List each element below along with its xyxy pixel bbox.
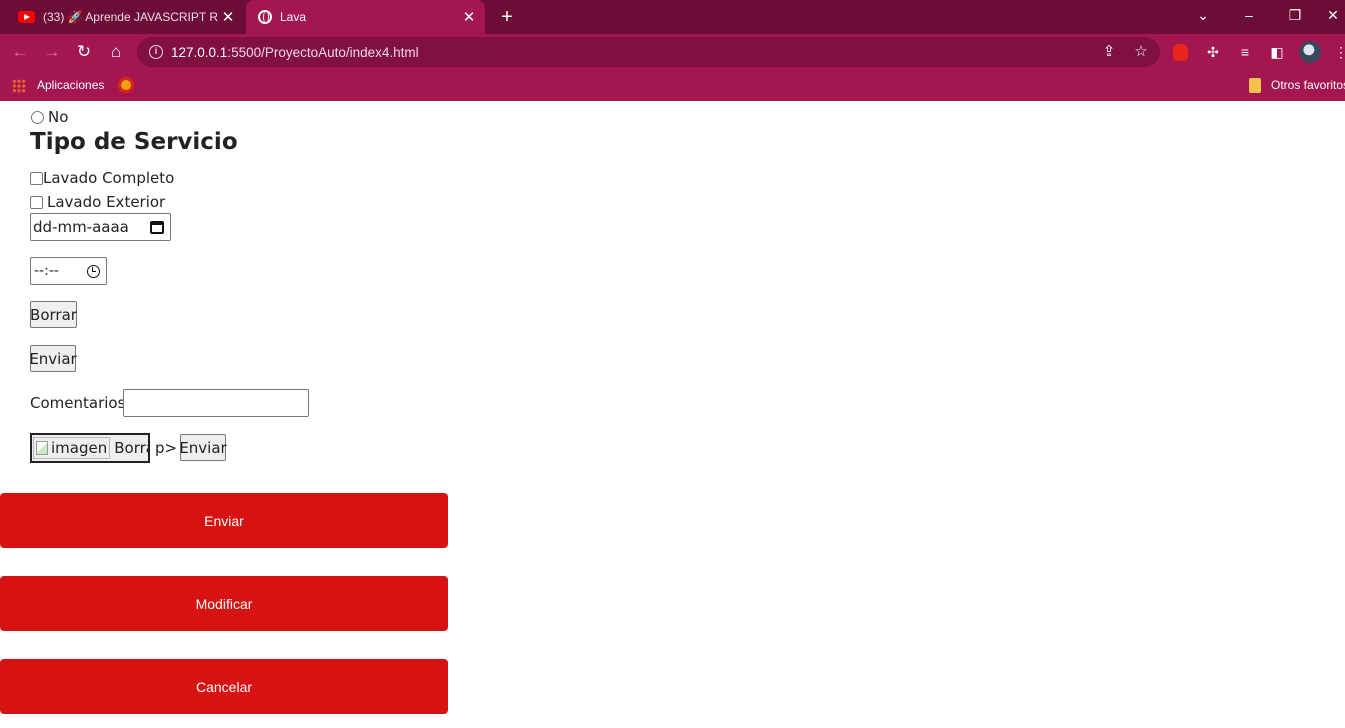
- radio-button[interactable]: [31, 110, 44, 124]
- bookmark-star-icon[interactable]: ☆: [1127, 37, 1155, 67]
- stray-text: p>: [155, 439, 178, 457]
- close-tab-icon[interactable]: ✕: [459, 8, 479, 26]
- share-icon[interactable]: ⇪: [1095, 37, 1123, 67]
- enviar-button[interactable]: Enviar: [0, 493, 448, 548]
- reload-button[interactable]: ↻: [70, 38, 98, 66]
- radio-option-no[interactable]: No: [30, 108, 68, 126]
- checkbox-label: Lavado Exterior: [47, 193, 166, 211]
- close-window-button[interactable]: ✕: [1318, 0, 1345, 30]
- submit-button-secondary[interactable]: Enviar: [179, 434, 227, 461]
- comments-input[interactable]: [123, 389, 309, 417]
- globe-icon: [258, 10, 272, 24]
- youtube-icon: [18, 11, 35, 23]
- minimize-button[interactable]: –: [1226, 0, 1272, 30]
- restore-button[interactable]: ❐: [1272, 0, 1318, 30]
- checkbox-lavado-completo[interactable]: Lavado Completo: [30, 169, 174, 187]
- checkbox[interactable]: [30, 195, 43, 209]
- broken-image-icon: [36, 441, 48, 455]
- menu-kebab-icon[interactable]: ⋮: [1331, 42, 1345, 62]
- close-tab-icon[interactable]: ✕: [218, 8, 238, 26]
- bookmark-site-icon[interactable]: [118, 77, 134, 93]
- calendar-icon[interactable]: [150, 220, 164, 234]
- time-value: --:--: [34, 263, 59, 279]
- media-control-icon[interactable]: ≡: [1235, 42, 1255, 62]
- radio-label: No: [48, 108, 69, 126]
- extensions-puzzle-icon[interactable]: ✣: [1203, 42, 1223, 62]
- checkbox-label: Lavado Completo: [43, 169, 175, 187]
- profile-avatar[interactable]: [1299, 41, 1321, 63]
- date-value: dd-mm-aaaa: [33, 218, 129, 236]
- reset-button[interactable]: Borrar: [30, 301, 77, 328]
- tab-search-icon[interactable]: ⌄: [1180, 0, 1226, 30]
- checkbox[interactable]: [30, 171, 43, 185]
- image-button-label: Borrar: [114, 439, 148, 457]
- page-content: No Tipo de Servicio Lavado Completo Lava…: [0, 102, 1345, 728]
- adblock-extension-icon[interactable]: [1173, 44, 1188, 61]
- clock-icon[interactable]: [87, 264, 100, 278]
- modificar-button[interactable]: Modificar: [0, 576, 448, 631]
- section-title: Tipo de Servicio: [30, 129, 238, 155]
- home-button[interactable]: ⌂: [102, 38, 130, 66]
- bookmark-apps[interactable]: Aplicaciones: [37, 78, 104, 92]
- image-reset-button[interactable]: imagen Borrar: [30, 433, 150, 463]
- tab-lava[interactable]: Lava ✕: [246, 0, 485, 34]
- bookmark-other-favorites[interactable]: Otros favoritos: [1271, 78, 1345, 92]
- tab-strip: (33) 🚀 Aprende JAVASCRIPT RÁ ✕ Lava ✕ + …: [0, 0, 1345, 34]
- site-info-icon[interactable]: i: [149, 45, 163, 59]
- checkbox-lavado-exterior[interactable]: Lavado Exterior: [30, 193, 165, 211]
- forward-button[interactable]: →: [38, 38, 66, 66]
- address-bar[interactable]: i 127.0.0.1:5500/ProyectoAuto/index4.htm…: [137, 37, 1160, 67]
- apps-grid-icon[interactable]: [12, 79, 26, 93]
- submit-button[interactable]: Enviar: [29, 345, 77, 372]
- tab-title: (33) 🚀 Aprende JAVASCRIPT RÁ: [43, 10, 218, 24]
- back-button[interactable]: ←: [6, 38, 34, 66]
- time-input[interactable]: --:--: [30, 257, 107, 285]
- image-alt-text: imagen: [51, 439, 108, 457]
- broken-image: imagen: [33, 437, 111, 459]
- bookmarks-bar: Aplicaciones Otros favoritos: [0, 70, 1345, 101]
- folder-icon: [1249, 78, 1261, 93]
- date-input[interactable]: dd-mm-aaaa: [30, 213, 171, 241]
- new-tab-button[interactable]: +: [494, 4, 520, 30]
- cancelar-button[interactable]: Cancelar: [0, 659, 448, 714]
- comments-label: Comentarios: [30, 394, 126, 412]
- url-path: :5500/ProyectoAuto/index4.html: [227, 44, 419, 60]
- tab-title: Lava: [280, 10, 307, 24]
- browser-toolbar: ← → ↻ ⌂ i 127.0.0.1:5500/ProyectoAuto/in…: [0, 34, 1345, 70]
- tab-youtube[interactable]: (33) 🚀 Aprende JAVASCRIPT RÁ ✕: [8, 0, 244, 34]
- side-panel-icon[interactable]: ◧: [1267, 42, 1287, 62]
- url-host: 127.0.0.1: [171, 44, 228, 60]
